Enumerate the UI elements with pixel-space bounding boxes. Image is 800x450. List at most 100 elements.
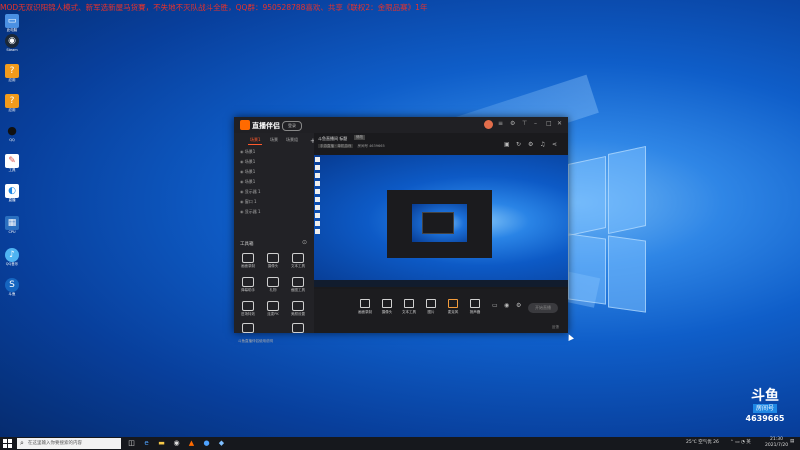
tool-item[interactable]: 连麦PK xyxy=(263,301,283,319)
desktop-icon-label: Steam xyxy=(6,48,18,52)
speaker-icon xyxy=(470,299,480,308)
scene-label: 显示器 1 xyxy=(244,189,261,194)
app-titlebar[interactable]: 直播伴侣 登录 ≡ ⚙ ⊤ – □ ✕ xyxy=(234,117,568,133)
eye-icon[interactable]: ◉ xyxy=(240,189,244,194)
desktop-icon-cpu[interactable]: ▦ CPU xyxy=(3,216,21,238)
tool-icon: ✎ xyxy=(5,154,19,168)
control-bar: 画面录制 摄像头 文本工具 图片 麦克风 扬声器 ▭ ◉ ⚙ 开始直播 反馈 xyxy=(314,289,568,333)
scene-item[interactable]: ◉ 场景1 xyxy=(240,179,255,185)
search-icon: ⌕ xyxy=(20,439,24,447)
edge-icon[interactable]: e xyxy=(142,439,151,448)
edit-room-button[interactable]: 修改 xyxy=(354,135,365,140)
control-item[interactable]: 文本工具 xyxy=(398,299,420,315)
desktop-icon-douyu[interactable]: S 斗鱼 xyxy=(3,278,21,300)
tool-item[interactable]: 截图工具 xyxy=(288,277,308,295)
music-icon: ♪ xyxy=(5,248,19,262)
eye-icon[interactable]: ◉ xyxy=(240,179,244,184)
clock[interactable]: 21:30 2021/7/20 xyxy=(765,437,788,449)
notification-icon[interactable]: ▤ xyxy=(790,439,794,444)
control-item[interactable]: 画面录制 xyxy=(354,299,376,315)
minimize-icon[interactable]: – xyxy=(534,120,537,127)
file-explorer-icon[interactable]: ▬ xyxy=(157,439,166,448)
app-logo-icon xyxy=(240,120,250,130)
bell-icon[interactable]: ♫ xyxy=(540,141,545,148)
desktop-icon-label: 直播 xyxy=(8,198,16,202)
more-share-icon[interactable]: ⋖ xyxy=(552,141,557,148)
tab-scene[interactable]: 场景 xyxy=(270,137,278,143)
feedback-link[interactable]: 反馈 xyxy=(552,325,559,330)
pk-icon xyxy=(267,301,279,311)
control-item[interactable]: 麦克风 xyxy=(442,299,464,315)
desktop-icon-app[interactable]: ? 应用 xyxy=(3,64,21,86)
tool-item[interactable]: 进场特效 xyxy=(238,301,258,319)
category-chip[interactable]: 手游直播 · 单机游戏 xyxy=(318,144,354,148)
desktop-icon-tool[interactable]: ✎ 工具 xyxy=(3,154,21,176)
gear-icon[interactable]: ⚙ xyxy=(528,141,533,148)
tool-item[interactable]: 文本工具 xyxy=(288,253,308,271)
streaming-app-window: 直播伴侣 登录 ≡ ⚙ ⊤ – □ ✕ 场景1 场景 场景组 + ◉ 场景1 ◉… xyxy=(234,117,568,343)
pin-icon[interactable]: ⊤ xyxy=(522,120,527,127)
room-title: 斗鱼直播间 标题 xyxy=(318,136,348,141)
tool-item[interactable]: 礼物 xyxy=(263,277,283,295)
stream-preview[interactable] xyxy=(314,155,568,287)
scene-item[interactable]: ◉ 显示器 1 xyxy=(240,189,261,195)
desktop-icon-computer[interactable]: ▭ 此电脑 xyxy=(3,14,21,36)
desktop-icon-label: 应用 xyxy=(8,108,16,112)
desktop-icon-steam[interactable]: ◉ Steam xyxy=(3,34,21,56)
tab-scene1[interactable]: 场景1 xyxy=(250,137,261,143)
settings-icon[interactable]: ⚙ xyxy=(516,302,521,309)
desktop-icon-live[interactable]: ◐ 直播 xyxy=(3,184,21,206)
record-dot-icon[interactable]: ◉ xyxy=(504,302,509,309)
scene-item[interactable]: ◉ 场景1 xyxy=(240,169,255,175)
refresh-icon[interactable]: ↻ xyxy=(516,141,521,148)
douyu-logo: 斗鱼 xyxy=(751,388,779,404)
tool-label: 礼物 xyxy=(269,288,277,292)
steam-taskbar-icon[interactable]: ◉ xyxy=(172,439,181,448)
tool-label: 截图工具 xyxy=(291,288,305,292)
share-icon[interactable]: ▣ xyxy=(504,141,510,148)
login-button[interactable]: 登录 xyxy=(282,121,302,131)
tool-item[interactable]: 画面录制 xyxy=(238,253,258,271)
windows-start-icon[interactable] xyxy=(3,439,12,448)
help-link[interactable]: 斗鱼直播伴侣使用说明 xyxy=(238,339,273,344)
app-taskbar-icon[interactable]: ● xyxy=(202,439,211,448)
desktop-icon-music[interactable]: ♪ QQ音乐 xyxy=(3,248,21,270)
avatar[interactable] xyxy=(484,120,493,129)
scene-item[interactable]: ◉ 场景1 xyxy=(240,149,255,155)
cpu-icon: ▦ xyxy=(5,216,19,230)
main-panel: 斗鱼直播间 标题 修改 手游直播 · 单机游戏 房间号 4639665 ▣ ↻ … xyxy=(314,133,568,333)
scene-item[interactable]: ◉ 场景1 xyxy=(240,159,255,165)
eye-icon[interactable]: ◉ xyxy=(240,209,244,214)
toolbox-settings-icon[interactable]: ⊙ xyxy=(302,239,307,246)
interact-icon xyxy=(242,323,254,333)
eye-icon[interactable]: ◉ xyxy=(240,169,244,174)
eye-icon[interactable]: ◉ xyxy=(240,149,244,154)
control-item[interactable]: 图片 xyxy=(420,299,442,315)
tab-scene-group[interactable]: 场景组 xyxy=(286,137,298,143)
scene-item[interactable]: ◉ 显示器 1 xyxy=(240,209,261,215)
tool-item[interactable] xyxy=(288,323,308,341)
menu-icon[interactable]: ≡ xyxy=(498,120,503,127)
video-icon[interactable]: ▭ xyxy=(492,302,498,309)
eye-icon[interactable]: ◉ xyxy=(240,159,244,164)
task-view-icon[interactable]: ◫ xyxy=(127,439,136,448)
close-icon[interactable]: ✕ xyxy=(557,120,562,127)
control-item[interactable]: 扬声器 xyxy=(464,299,486,315)
scene-item[interactable]: ◉ 窗口 1 xyxy=(240,199,257,205)
tool-item[interactable]: 美颜设置 xyxy=(288,301,308,319)
settings-icon[interactable]: ⚙ xyxy=(510,120,515,127)
tool-item[interactable]: 摄像头 xyxy=(263,253,283,271)
taskbar-search-input[interactable]: ⌕ 在这里输入你要搜索的内容 xyxy=(17,438,121,449)
start-live-button[interactable]: 开始直播 xyxy=(528,303,558,313)
eye-icon[interactable]: ◉ xyxy=(240,199,244,204)
control-item[interactable]: 摄像头 xyxy=(376,299,398,315)
app-taskbar-icon[interactable]: ◆ xyxy=(217,439,226,448)
maximize-icon[interactable]: □ xyxy=(546,120,552,127)
app-taskbar-icon[interactable]: ▲ xyxy=(187,439,196,448)
tray-icons[interactable]: ⌃ ▭ ◔ 英 xyxy=(730,439,751,445)
tool-item[interactable]: 弹幕助手 xyxy=(238,277,258,295)
desktop-icon-app[interactable]: ? 应用 xyxy=(3,94,21,116)
desktop-icon-label: 应用 xyxy=(8,78,16,82)
desktop-icon-qq[interactable]: ● QQ xyxy=(3,124,21,146)
weather-indicator[interactable]: 25℃ 空气优 26 xyxy=(686,439,719,445)
